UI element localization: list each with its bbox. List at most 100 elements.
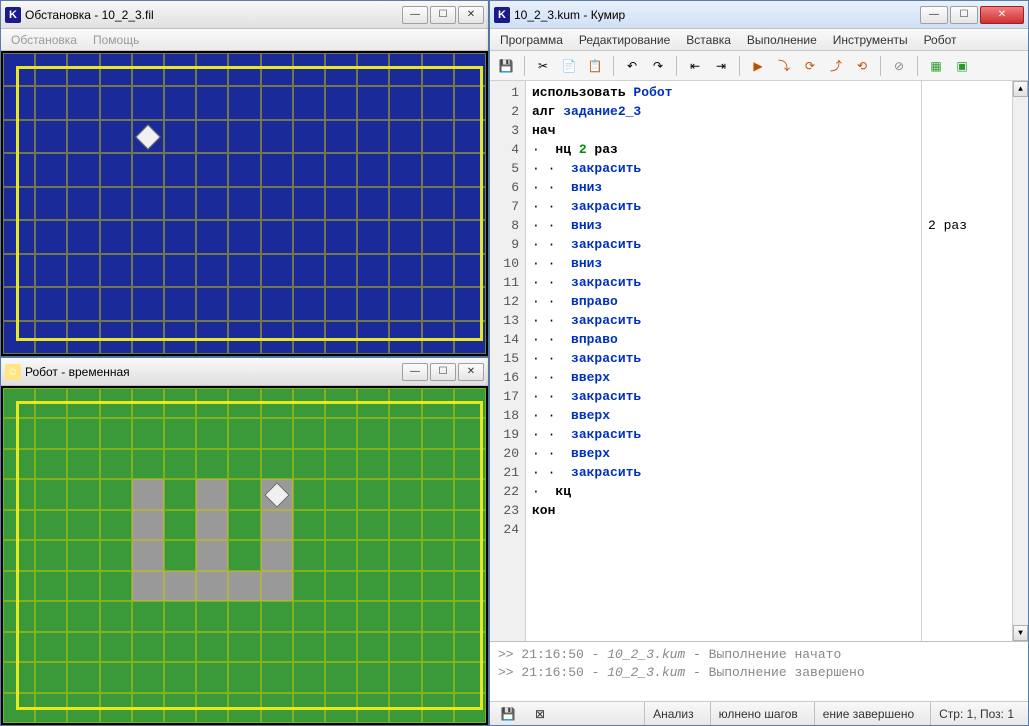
close-button[interactable]: ✕ [458, 363, 484, 381]
grid-cell [67, 510, 99, 540]
window-title: Робот - временная [25, 365, 402, 379]
scroll-up-button[interactable]: ▲ [1013, 81, 1028, 97]
grid-cell [35, 418, 67, 448]
outdent-icon[interactable]: ⇤ [683, 54, 707, 78]
grid-cell [132, 153, 164, 186]
grid-cell [422, 220, 454, 253]
scroll-down-button[interactable]: ▼ [1013, 625, 1028, 641]
grid-cell [3, 53, 35, 86]
grid-cell [357, 479, 389, 509]
indent-icon[interactable]: ⇥ [709, 54, 733, 78]
grid-cell [389, 662, 421, 692]
menu-robot[interactable]: Робот [920, 31, 961, 49]
grid-cell [422, 388, 454, 418]
maximize-button[interactable]: ☐ [950, 6, 978, 24]
grid-cell [228, 571, 260, 601]
grid-cell [422, 479, 454, 509]
menu-help[interactable]: Помощь [89, 31, 143, 49]
maximize-button[interactable]: ☐ [430, 6, 456, 24]
save-status-icon[interactable]: 💾 [496, 702, 520, 726]
menu-edit[interactable]: Редактирование [575, 31, 674, 49]
close-button[interactable]: ✕ [980, 6, 1024, 24]
grid-cell [196, 510, 228, 540]
copy-icon[interactable]: 📄 [557, 54, 581, 78]
grid-cell [132, 86, 164, 119]
grid-cell [3, 693, 35, 723]
titlebar[interactable]: K Обстановка - 10_2_3.fil — ☐ ✕ [1, 1, 488, 29]
grid-cell [164, 254, 196, 287]
undo-icon[interactable]: ↶ [620, 54, 644, 78]
grid-cell [325, 449, 357, 479]
grid-cell [164, 693, 196, 723]
grid-cell [325, 321, 357, 354]
grid-cell [454, 418, 486, 448]
titlebar[interactable]: K 10_2_3.kum - Кумир — ☐ ✕ [490, 1, 1028, 29]
grid-cell [454, 254, 486, 287]
robot-icon[interactable]: ▣ [950, 54, 974, 78]
grid-cell [293, 449, 325, 479]
environment-window: K Обстановка - 10_2_3.fil — ☐ ✕ Обстанов… [0, 0, 489, 357]
minimize-button[interactable]: — [402, 363, 428, 381]
grid-cell [164, 388, 196, 418]
cut-icon[interactable]: ✂ [531, 54, 555, 78]
grid-cell [293, 571, 325, 601]
grid-cell [261, 662, 293, 692]
grid-cell [132, 287, 164, 320]
grid-cell [164, 287, 196, 320]
grid-cell [132, 662, 164, 692]
grid-icon[interactable]: ▦ [924, 54, 948, 78]
grid-cell [357, 388, 389, 418]
vertical-scrollbar[interactable]: ▲ ▼ [1012, 81, 1028, 641]
grid-cell [164, 86, 196, 119]
close-button[interactable]: ✕ [458, 6, 484, 24]
grid-cell [293, 388, 325, 418]
grid-cell [325, 510, 357, 540]
stop-icon[interactable]: ⊘ [887, 54, 911, 78]
grid-cell [164, 632, 196, 662]
stepout-icon[interactable]: ⤴ [824, 54, 848, 78]
status-steps: юлнено шагов [710, 702, 806, 725]
menu-environment[interactable]: Обстановка [7, 31, 81, 49]
grid-cell [454, 120, 486, 153]
minimize-button[interactable]: — [402, 6, 428, 24]
grid-cell [228, 120, 260, 153]
minimize-button[interactable]: — [920, 6, 948, 24]
grid-cell [164, 540, 196, 570]
paste-icon[interactable]: 📋 [583, 54, 607, 78]
output-console[interactable]: >> 21:16:50 - 10_2_3.kum - Выполнение на… [490, 641, 1028, 701]
kumir-window: K 10_2_3.kum - Кумир — ☐ ✕ Программа Ред… [489, 0, 1029, 726]
environment-canvas[interactable] [1, 51, 488, 356]
maximize-button[interactable]: ☐ [430, 363, 456, 381]
grid-cell [132, 220, 164, 253]
grid-cell [164, 53, 196, 86]
grid-cell [196, 540, 228, 570]
menu-tools[interactable]: Инструменты [829, 31, 912, 49]
save-icon[interactable]: 💾 [494, 54, 518, 78]
grid-cell [422, 540, 454, 570]
stepover-icon[interactable]: ⟳ [798, 54, 822, 78]
redo-icon[interactable]: ↷ [646, 54, 670, 78]
grid-cell [35, 388, 67, 418]
clear-status-icon[interactable]: ⊠ [528, 702, 552, 726]
code-area[interactable]: использовать Роботалг задание2_3нач· нц … [526, 81, 922, 641]
grid-cell [196, 449, 228, 479]
menu-run[interactable]: Выполнение [743, 31, 821, 49]
grid-cell [3, 86, 35, 119]
code-editor[interactable]: 123456789101112131415161718192021222324 … [490, 81, 1028, 641]
grid-cell [196, 53, 228, 86]
grid-cell [35, 632, 67, 662]
grid-cell [3, 321, 35, 354]
trace-icon[interactable]: ⟲ [850, 54, 874, 78]
grid-cell [228, 187, 260, 220]
robot-canvas[interactable] [1, 386, 488, 725]
grid-cell [389, 53, 421, 86]
run-icon[interactable]: ▶ [746, 54, 770, 78]
grid-cell [325, 254, 357, 287]
menu-insert[interactable]: Вставка [682, 31, 735, 49]
grid-cell [389, 418, 421, 448]
grid-cell [164, 220, 196, 253]
menu-program[interactable]: Программа [496, 31, 567, 49]
grid-cell [389, 254, 421, 287]
titlebar[interactable]: ☺ Робот - временная — ☐ ✕ [1, 358, 488, 386]
step-icon[interactable]: ⤵ [772, 54, 796, 78]
